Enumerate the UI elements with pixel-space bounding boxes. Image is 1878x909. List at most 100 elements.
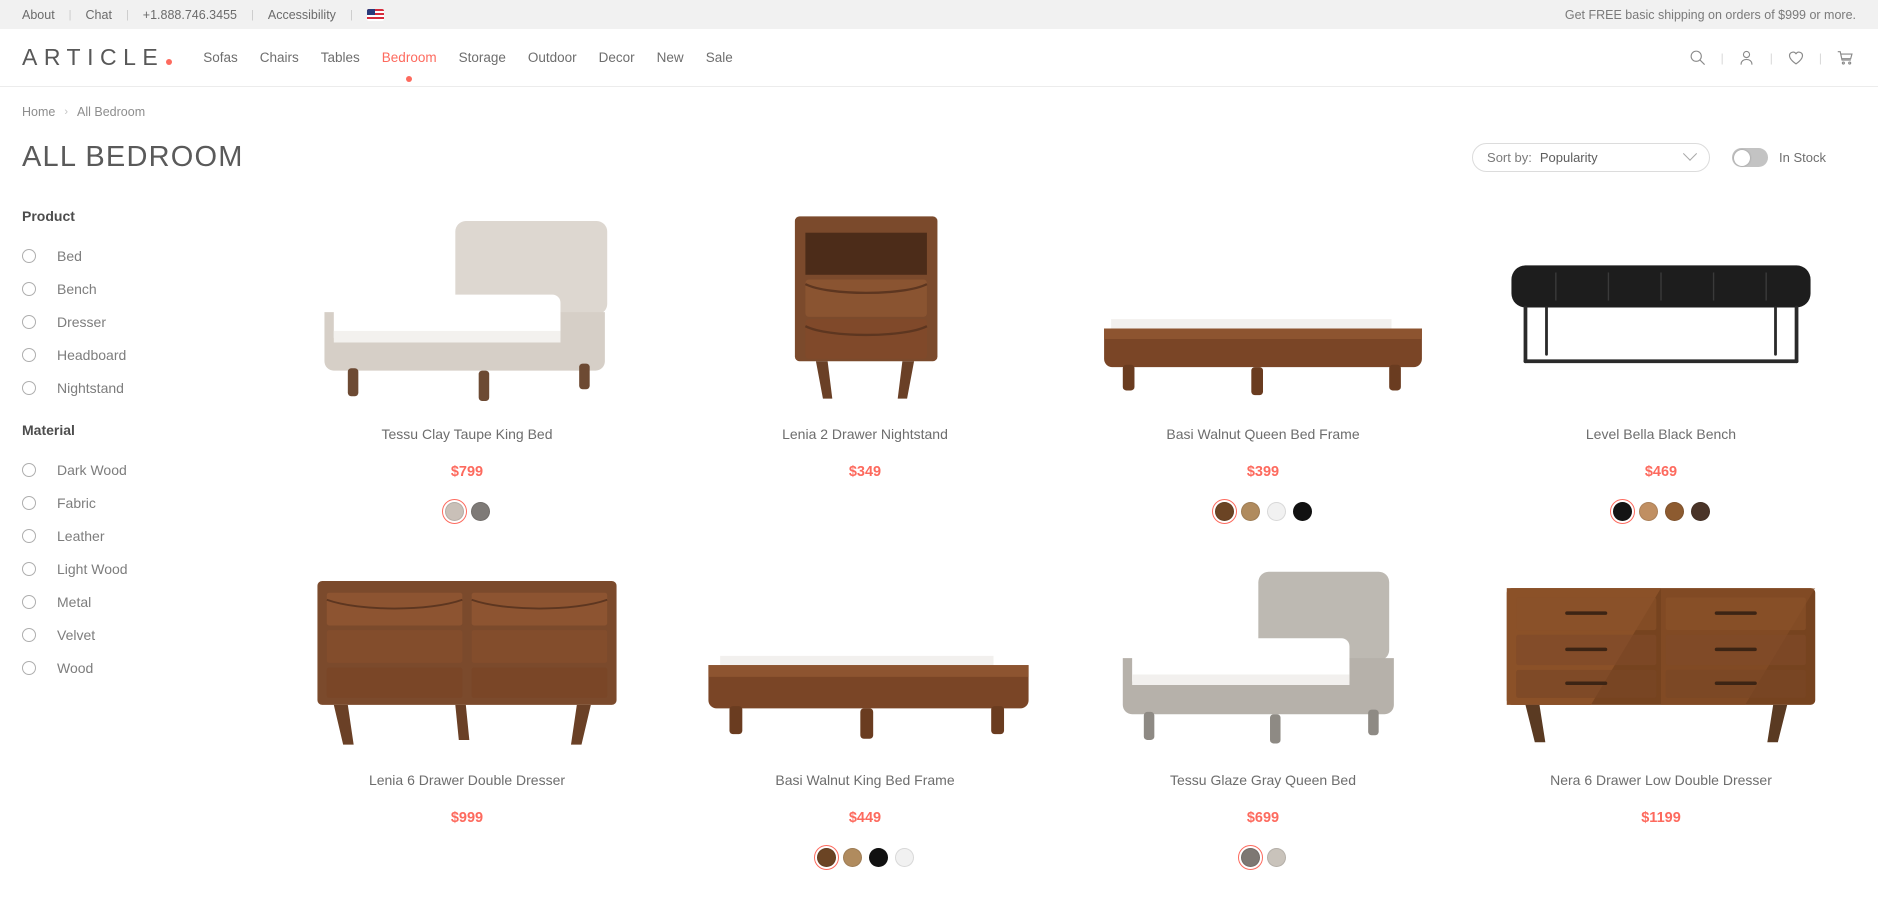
color-swatch[interactable] xyxy=(842,847,862,867)
filter-option-label: Bed xyxy=(57,247,82,264)
us-flag-icon[interactable] xyxy=(366,8,384,21)
radio-icon[interactable] xyxy=(22,314,36,329)
filter-option-velvet[interactable]: Velvet xyxy=(22,618,272,651)
toggle-knob xyxy=(1733,149,1750,166)
radio-icon[interactable] xyxy=(22,660,36,675)
nav-item-decor[interactable]: Decor xyxy=(588,50,646,65)
filter-option-leather[interactable]: Leather xyxy=(22,519,272,552)
filter-option-bench[interactable]: Bench xyxy=(22,272,272,305)
product-price: $799 xyxy=(450,464,484,480)
cart-icon[interactable] xyxy=(1834,47,1856,69)
nav-item-new[interactable]: New xyxy=(646,50,695,65)
breadcrumb: Home › All Bedroom xyxy=(0,87,1878,119)
radio-icon[interactable] xyxy=(22,627,36,642)
utility-link-about[interactable]: About xyxy=(22,8,69,22)
product-price: $349 xyxy=(848,464,882,480)
utility-link-phone[interactable]: +1.888.746.3455 xyxy=(129,8,251,22)
product-card[interactable]: Nera 6 Drawer Low Double Dresser $1199 xyxy=(1466,546,1856,870)
product-card[interactable]: Tessu Clay Taupe King Bed $799 xyxy=(272,200,662,524)
in-stock-filter: In Stock xyxy=(1732,148,1826,167)
filter-sidebar: Product Bed Bench Dresser Headboard Nigh… xyxy=(22,200,272,870)
color-swatch[interactable] xyxy=(1690,501,1710,521)
filter-option-metal[interactable]: Metal xyxy=(22,585,272,618)
shipping-promo-text: Get FREE basic shipping on orders of $99… xyxy=(1564,7,1856,22)
filter-group-material: Material Dark Wood Fabric Leather Light … xyxy=(22,422,272,684)
nav-item-storage[interactable]: Storage xyxy=(448,50,517,65)
breadcrumb-item-home[interactable]: Home xyxy=(22,105,55,119)
product-image-walnut-2-drawer-nightstand[interactable] xyxy=(670,200,1060,422)
product-card[interactable]: Basi Walnut King Bed Frame $449 xyxy=(670,546,1060,870)
radio-icon[interactable] xyxy=(22,594,36,609)
radio-icon[interactable] xyxy=(22,561,36,576)
filter-option-dresser[interactable]: Dresser xyxy=(22,305,272,338)
color-swatch[interactable] xyxy=(813,844,839,870)
utility-links: About | Chat | +1.888.746.3455 | Accessi… xyxy=(22,8,384,22)
product-name: Tessu Glaze Gray Queen Bed xyxy=(1170,772,1356,788)
radio-icon[interactable] xyxy=(22,281,36,296)
nav-item-outdoor[interactable]: Outdoor xyxy=(517,50,588,65)
product-image-chevron-walnut-low-dresser[interactable] xyxy=(1466,546,1856,768)
product-card[interactable]: Lenia 6 Drawer Double Dresser $999 xyxy=(272,546,662,870)
color-swatch[interactable] xyxy=(441,498,467,524)
color-swatch[interactable] xyxy=(1609,498,1635,524)
in-stock-label: In Stock xyxy=(1779,150,1826,165)
search-icon[interactable] xyxy=(1687,47,1709,69)
color-swatch[interactable] xyxy=(1664,501,1684,521)
nav-item-sale[interactable]: Sale xyxy=(695,50,744,65)
product-name: Lenia 6 Drawer Double Dresser xyxy=(368,772,566,788)
product-card[interactable]: Level Bella Black Bench $469 xyxy=(1466,200,1856,524)
filter-option-light-wood[interactable]: Light Wood xyxy=(22,552,272,585)
radio-icon[interactable] xyxy=(22,495,36,510)
product-price: $399 xyxy=(1246,464,1280,480)
filter-group-product: Product Bed Bench Dresser Headboard Nigh… xyxy=(22,208,272,404)
filter-option-headboard[interactable]: Headboard xyxy=(22,338,272,371)
filter-option-nightstand[interactable]: Nightstand xyxy=(22,371,272,404)
article-logo[interactable]: ARTICLE xyxy=(22,44,173,71)
utility-link-chat[interactable]: Chat xyxy=(72,8,126,22)
product-name: Nera 6 Drawer Low Double Dresser xyxy=(1550,772,1772,788)
product-name: Level Bella Black Bench xyxy=(1585,426,1737,442)
color-swatch[interactable] xyxy=(470,501,490,521)
account-icon[interactable] xyxy=(1736,47,1758,69)
nav-item-chairs[interactable]: Chairs xyxy=(249,50,310,65)
radio-icon[interactable] xyxy=(22,380,36,395)
product-image-walnut-platform-bed-frame[interactable] xyxy=(1068,200,1458,422)
product-card[interactable]: Tessu Glaze Gray Queen Bed $699 xyxy=(1068,546,1458,870)
breadcrumb-chevron-icon: › xyxy=(64,106,69,118)
radio-icon[interactable] xyxy=(22,462,36,477)
nav-item-bedroom[interactable]: Bedroom xyxy=(371,50,448,65)
filter-option-wood[interactable]: Wood xyxy=(22,651,272,684)
color-swatch[interactable] xyxy=(868,847,888,867)
product-card[interactable]: Lenia 2 Drawer Nightstand $349 xyxy=(670,200,1060,524)
product-image-upholstered-platform-bed-taupe[interactable] xyxy=(272,200,662,422)
product-image-walnut-6-drawer-dresser[interactable] xyxy=(272,546,662,768)
radio-icon[interactable] xyxy=(22,528,36,543)
product-image-upholstered-gray-queen-bed[interactable] xyxy=(1068,546,1458,768)
color-swatch[interactable] xyxy=(1240,501,1260,521)
sort-by-select[interactable]: Sort by: Popularity xyxy=(1472,143,1711,172)
color-swatch[interactable] xyxy=(1266,847,1286,867)
wishlist-heart-icon[interactable] xyxy=(1785,47,1807,69)
product-image-walnut-king-platform-bed[interactable] xyxy=(670,546,1060,768)
filter-option-dark-wood[interactable]: Dark Wood xyxy=(22,453,272,486)
nav-item-tables[interactable]: Tables xyxy=(310,50,371,65)
color-swatch[interactable] xyxy=(1211,498,1237,524)
product-card[interactable]: Basi Walnut Queen Bed Frame $399 xyxy=(1068,200,1458,524)
sort-by-value: Popularity xyxy=(1539,150,1598,165)
color-swatch[interactable] xyxy=(1292,501,1312,521)
product-image-black-leather-tufted-bench[interactable] xyxy=(1466,200,1856,422)
logo-dot-icon xyxy=(166,59,173,65)
filter-option-fabric[interactable]: Fabric xyxy=(22,486,272,519)
nav-item-sofas[interactable]: Sofas xyxy=(192,50,249,65)
product-swatches xyxy=(1609,498,1710,524)
utility-link-accessibility[interactable]: Accessibility xyxy=(254,8,350,22)
filter-option-bed[interactable]: Bed xyxy=(22,239,272,272)
color-swatch[interactable] xyxy=(1237,844,1263,870)
color-swatch[interactable] xyxy=(1266,501,1286,521)
radio-icon[interactable] xyxy=(22,347,36,362)
radio-icon[interactable] xyxy=(22,248,36,263)
in-stock-toggle[interactable] xyxy=(1732,148,1769,167)
product-swatches xyxy=(441,498,490,524)
color-swatch[interactable] xyxy=(1638,501,1658,521)
color-swatch[interactable] xyxy=(894,847,914,867)
